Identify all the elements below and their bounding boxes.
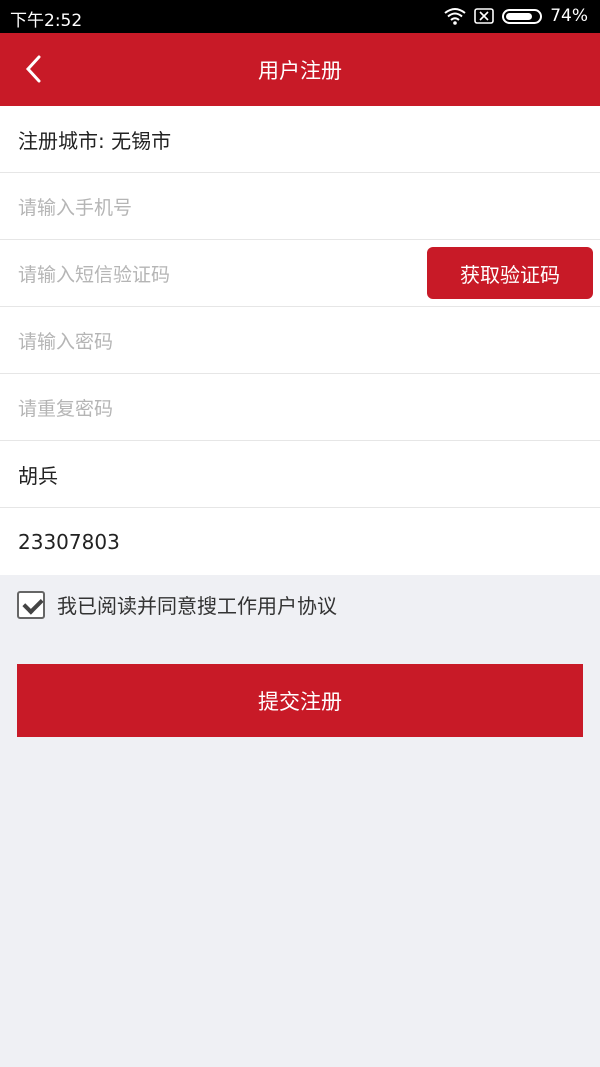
phone-placeholder: 请输入手机号 xyxy=(18,196,133,219)
name-value: 胡兵 xyxy=(18,463,58,488)
status-time: 下午2:52 xyxy=(10,11,83,31)
city-label: 注册城市: 无锡市 xyxy=(18,128,172,153)
agreement-label[interactable]: 我已阅读并同意搜工作用户协议 xyxy=(57,590,337,619)
agreement-row: 我已阅读并同意搜工作用户协议 xyxy=(17,590,337,619)
wifi-icon xyxy=(444,8,466,25)
repeat-password-input[interactable]: 请重复密码 xyxy=(0,374,600,441)
nav-bar: 用户注册 xyxy=(0,33,600,106)
city-row[interactable]: 注册城市: 无锡市 xyxy=(0,106,600,173)
battery-icon xyxy=(502,8,543,24)
status-bar: 下午2:52 74% xyxy=(0,0,600,33)
password-input[interactable]: 请输入密码 xyxy=(0,307,600,374)
submit-button[interactable]: 提交注册 xyxy=(17,664,583,737)
sms-code-input[interactable]: 请输入短信验证码 获取验证码 xyxy=(0,240,600,307)
sim-absent-icon xyxy=(474,8,495,24)
id-value: 23307803 xyxy=(18,529,120,554)
battery-percent: 74% xyxy=(550,6,588,26)
phone-input[interactable]: 请输入手机号 xyxy=(0,173,600,240)
id-input[interactable]: 23307803 xyxy=(0,508,600,575)
registration-form: 注册城市: 无锡市 请输入手机号 请输入短信验证码 获取验证码 请输入密码 请重… xyxy=(0,106,600,575)
password-placeholder: 请输入密码 xyxy=(18,330,114,353)
sms-code-placeholder: 请输入短信验证码 xyxy=(18,263,171,286)
name-input[interactable]: 胡兵 xyxy=(0,441,600,508)
page-title: 用户注册 xyxy=(258,59,342,83)
agreement-checkbox[interactable] xyxy=(17,590,45,619)
repeat-password-placeholder: 请重复密码 xyxy=(18,397,114,420)
status-icons: 74% xyxy=(444,6,588,26)
get-code-button[interactable]: 获取验证码 xyxy=(427,247,593,299)
